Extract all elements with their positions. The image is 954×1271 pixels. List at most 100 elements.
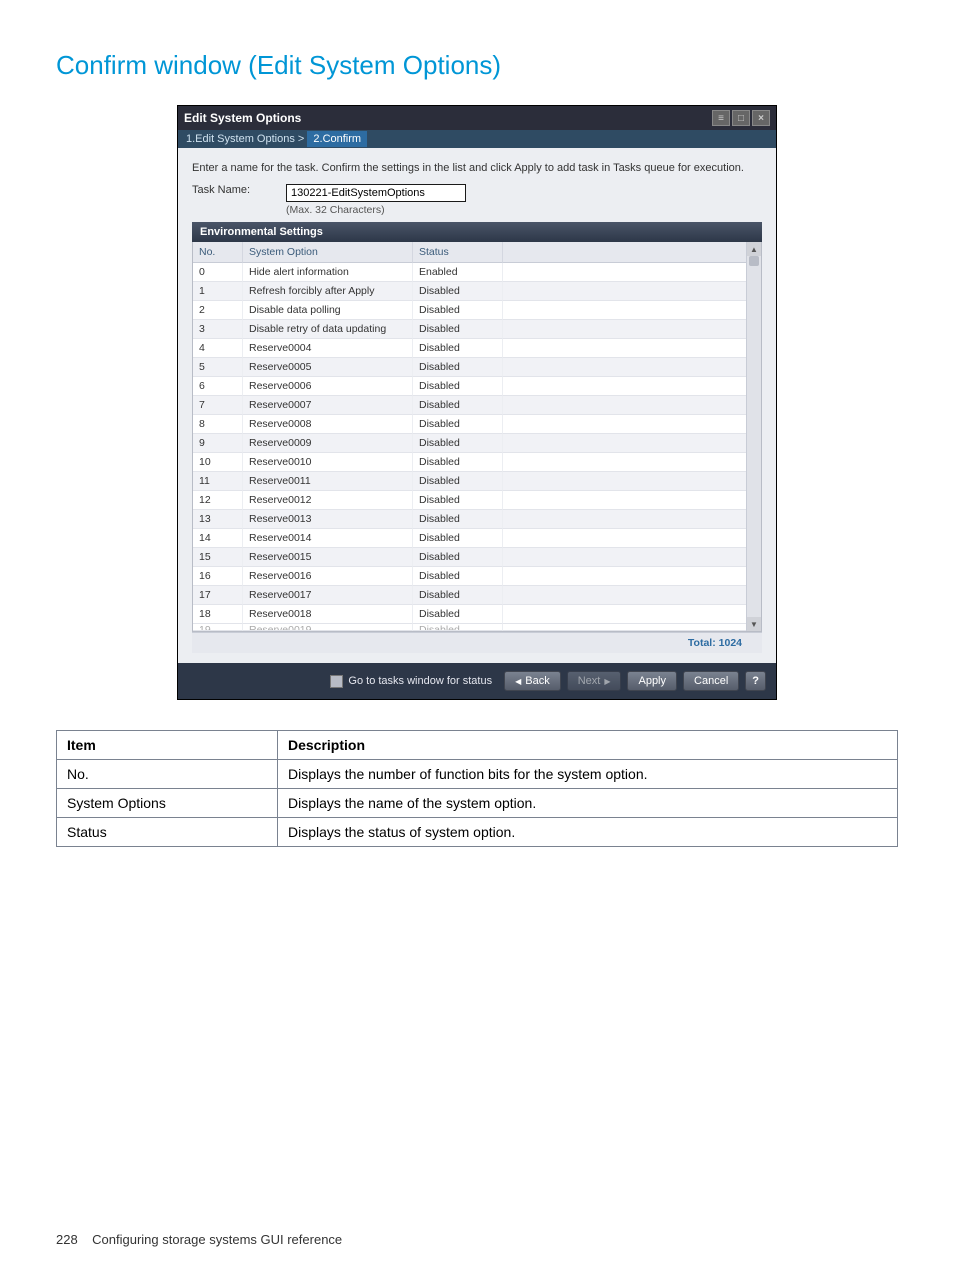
desc-cell: Displays the name of the system option. bbox=[278, 789, 898, 818]
cell-blank bbox=[503, 586, 761, 605]
cell-opt: Reserve0010 bbox=[243, 453, 413, 472]
chevron-left-icon: ◀ bbox=[515, 677, 521, 686]
settings-table: No.System OptionStatus 0Hide alert inform… bbox=[192, 242, 762, 632]
scrollbar[interactable]: ▲ ▼ bbox=[746, 242, 761, 631]
page-footer: 228 Configuring storage systems GUI refe… bbox=[56, 1232, 342, 1247]
dialog: Edit System Options ≡ □ × 1.Edit System … bbox=[177, 105, 777, 700]
item-cell: System Options bbox=[57, 789, 278, 818]
item-cell: No. bbox=[57, 760, 278, 789]
dialog-title: Edit System Options bbox=[184, 111, 301, 125]
cell-no: 18 bbox=[193, 605, 243, 624]
cell-no: 3 bbox=[193, 320, 243, 339]
task-name-input[interactable] bbox=[286, 184, 466, 202]
column-header: No. bbox=[193, 242, 243, 263]
cell-status: Disabled bbox=[413, 320, 503, 339]
column-header: System Option bbox=[243, 242, 413, 263]
description-table: Item Description No.Displays the number … bbox=[56, 730, 898, 847]
cell-opt: Disable retry of data updating bbox=[243, 320, 413, 339]
section-header: Environmental Settings bbox=[192, 222, 762, 242]
cell-opt: Hide alert information bbox=[243, 263, 413, 282]
cancel-button[interactable]: Cancel bbox=[683, 671, 739, 691]
close-icon[interactable]: × bbox=[752, 110, 770, 126]
task-name-hint: (Max. 32 Characters) bbox=[286, 204, 466, 216]
step-active: 2.Confirm bbox=[307, 131, 367, 147]
cell-status: Disabled bbox=[413, 491, 503, 510]
cell-blank bbox=[503, 358, 761, 377]
cell-cutoff: 19 bbox=[193, 624, 243, 631]
cell-opt: Reserve0015 bbox=[243, 548, 413, 567]
cell-status: Disabled bbox=[413, 567, 503, 586]
cell-status: Disabled bbox=[413, 415, 503, 434]
scroll-down-icon[interactable]: ▼ bbox=[747, 617, 761, 631]
cell-no: 16 bbox=[193, 567, 243, 586]
cell-opt: Reserve0012 bbox=[243, 491, 413, 510]
total-value: 1024 bbox=[719, 637, 742, 649]
filter-icon[interactable]: ≡ bbox=[712, 110, 730, 126]
cell-no: 14 bbox=[193, 529, 243, 548]
cell-opt: Reserve0008 bbox=[243, 415, 413, 434]
footer-text: Configuring storage systems GUI referenc… bbox=[92, 1232, 342, 1247]
cell-opt: Reserve0007 bbox=[243, 396, 413, 415]
cell-no: 2 bbox=[193, 301, 243, 320]
cell-no: 8 bbox=[193, 415, 243, 434]
cell-blank bbox=[503, 453, 761, 472]
next-button: Next▶ bbox=[567, 671, 622, 691]
cell-status: Disabled bbox=[413, 377, 503, 396]
dialog-footer: Go to tasks window for status ◀ Back Next… bbox=[178, 663, 776, 699]
column-header: Status bbox=[413, 242, 503, 263]
cell-blank bbox=[503, 472, 761, 491]
cell-blank bbox=[503, 567, 761, 586]
cell-opt: Reserve0018 bbox=[243, 605, 413, 624]
cell-no: 0 bbox=[193, 263, 243, 282]
total-row: Total: 1024 bbox=[192, 632, 762, 653]
cell-opt: Reserve0014 bbox=[243, 529, 413, 548]
desc-cell: Displays the number of function bits for… bbox=[278, 760, 898, 789]
cell-status: Disabled bbox=[413, 453, 503, 472]
apply-button[interactable]: Apply bbox=[627, 671, 677, 691]
apply-label: Apply bbox=[638, 675, 666, 687]
cell-blank bbox=[503, 529, 761, 548]
cell-blank bbox=[503, 282, 761, 301]
cell-blank bbox=[503, 263, 761, 282]
cell-blank bbox=[503, 605, 761, 624]
scroll-thumb[interactable] bbox=[749, 256, 759, 266]
checkbox-icon[interactable] bbox=[330, 675, 343, 688]
cell-status: Disabled bbox=[413, 510, 503, 529]
back-label: Back bbox=[525, 675, 549, 687]
cell-status: Disabled bbox=[413, 529, 503, 548]
cell-status: Disabled bbox=[413, 358, 503, 377]
page-number: 228 bbox=[56, 1232, 78, 1247]
cell-blank bbox=[503, 377, 761, 396]
cell-no: 4 bbox=[193, 339, 243, 358]
help-button[interactable]: ? bbox=[745, 671, 766, 691]
table-row: No.Displays the number of function bits … bbox=[57, 760, 898, 789]
cell-opt: Refresh forcibly after Apply bbox=[243, 282, 413, 301]
cell-status: Disabled bbox=[413, 339, 503, 358]
cell-no: 15 bbox=[193, 548, 243, 567]
go-to-tasks-checkbox[interactable]: Go to tasks window for status bbox=[330, 675, 492, 688]
wizard-steps: 1.Edit System Options > 2.Confirm bbox=[178, 130, 776, 148]
maximize-icon[interactable]: □ bbox=[732, 110, 750, 126]
cell-no: 17 bbox=[193, 586, 243, 605]
col-item: Item bbox=[57, 731, 278, 760]
col-description: Description bbox=[278, 731, 898, 760]
cell-blank bbox=[503, 301, 761, 320]
cell-status: Disabled bbox=[413, 434, 503, 453]
cell-opt: Reserve0016 bbox=[243, 567, 413, 586]
cell-no: 10 bbox=[193, 453, 243, 472]
back-button[interactable]: ◀ Back bbox=[504, 671, 561, 691]
cell-blank bbox=[503, 339, 761, 358]
cell-no: 6 bbox=[193, 377, 243, 396]
cell-no: 7 bbox=[193, 396, 243, 415]
cell-status: Disabled bbox=[413, 548, 503, 567]
cell-opt: Reserve0006 bbox=[243, 377, 413, 396]
scroll-up-icon[interactable]: ▲ bbox=[747, 242, 761, 256]
window-controls: ≡ □ × bbox=[712, 110, 770, 126]
total-label: Total: bbox=[688, 637, 716, 649]
chevron-right-icon: ▶ bbox=[604, 677, 610, 686]
cell-cutoff: Disabled bbox=[413, 624, 503, 631]
cell-status: Disabled bbox=[413, 605, 503, 624]
cell-blank bbox=[503, 491, 761, 510]
column-header bbox=[503, 242, 761, 263]
cell-opt: Disable data polling bbox=[243, 301, 413, 320]
